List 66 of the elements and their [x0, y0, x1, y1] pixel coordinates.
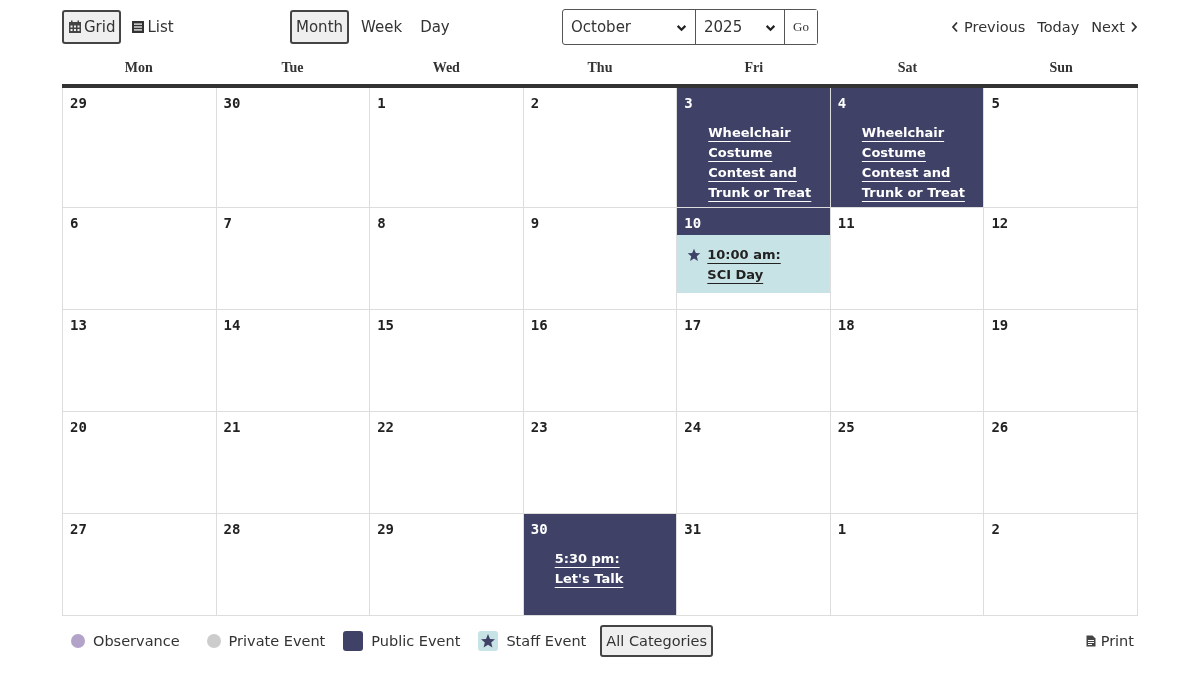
view-tab[interactable]: Month — [290, 10, 349, 44]
list-icon — [131, 20, 146, 34]
day-number: 29 — [377, 521, 394, 537]
weekday-label: Wed — [432, 60, 460, 75]
view-toggle-button[interactable]: Grid — [62, 10, 122, 44]
day-number: 11 — [837, 215, 855, 231]
weekday-label: Fri — [744, 60, 764, 75]
document-icon — [1085, 635, 1096, 647]
day-number: 20 — [70, 419, 87, 435]
day-number: 17 — [684, 317, 702, 333]
print-link[interactable]: Print — [1085, 633, 1134, 649]
legend-label: Public Event — [371, 633, 461, 649]
event-link[interactable]: Wheelchair Costume Contest and Trunk or Treat — [708, 123, 820, 203]
legend-label: Staff Event — [506, 633, 587, 649]
event-link[interactable]: Wheelchair Costume Contest and Trunk or Treat — [861, 123, 974, 203]
day-number: 12 — [991, 215, 1009, 231]
day-number: 24 — [684, 419, 702, 435]
day-number: 31 — [684, 521, 702, 537]
day-number: 15 — [377, 317, 394, 333]
weekday-label: Sat — [897, 60, 918, 75]
day-number: 30 — [530, 521, 548, 537]
day-number: 9 — [530, 215, 540, 231]
day-number: 3 — [684, 95, 693, 111]
day-number: 27 — [70, 521, 87, 537]
previous-link[interactable]: Previous — [951, 19, 1026, 35]
weekday-label: Tue — [281, 60, 304, 75]
view-tab[interactable]: Week — [355, 10, 409, 44]
weekday-label: Thu — [587, 60, 613, 75]
all-categories-button[interactable]: All Categories — [600, 625, 714, 657]
legend-label: Private Event — [228, 633, 326, 649]
calendar-icon — [68, 20, 82, 34]
day-number: 1 — [837, 521, 847, 537]
day-number: 28 — [223, 521, 241, 537]
view-tab[interactable]: Day — [414, 10, 456, 44]
next-link[interactable]: Next — [1091, 19, 1138, 35]
today-link[interactable]: Today — [1037, 19, 1080, 35]
day-number: 5 — [991, 95, 1000, 111]
day-number: 6 — [70, 215, 79, 231]
day-number: 25 — [837, 419, 855, 435]
day-number: 2 — [991, 521, 1000, 537]
view-toggle-button[interactable]: List — [125, 10, 180, 44]
day-number: 16 — [530, 317, 548, 333]
day-number: 13 — [70, 317, 87, 333]
legend-label: Observance — [93, 633, 180, 649]
day-number: 1 — [377, 95, 386, 111]
weekday-label: Mon — [124, 60, 153, 75]
day-number: 7 — [223, 215, 232, 231]
day-number: 23 — [530, 419, 548, 435]
chevron-right-icon — [1130, 21, 1138, 33]
month-select[interactable]: October — [563, 10, 696, 44]
day-number: 29 — [70, 95, 87, 111]
day-number: 19 — [991, 317, 1009, 333]
day-number: 2 — [530, 95, 540, 111]
event-link[interactable]: 5:30 pm: Let's Talk — [554, 549, 624, 589]
day-number: 8 — [377, 215, 386, 231]
chevron-left-icon — [951, 21, 959, 33]
day-number: 10 — [684, 215, 702, 231]
day-number: 14 — [223, 317, 241, 333]
day-number: 18 — [837, 317, 855, 333]
star-icon — [687, 248, 702, 262]
day-number: 21 — [223, 419, 241, 435]
day-number: 26 — [991, 419, 1009, 435]
day-number: 22 — [377, 419, 394, 435]
day-number: 4 — [837, 95, 847, 111]
day-number: 30 — [223, 95, 241, 111]
weekday-label: Sun — [1049, 60, 1073, 75]
